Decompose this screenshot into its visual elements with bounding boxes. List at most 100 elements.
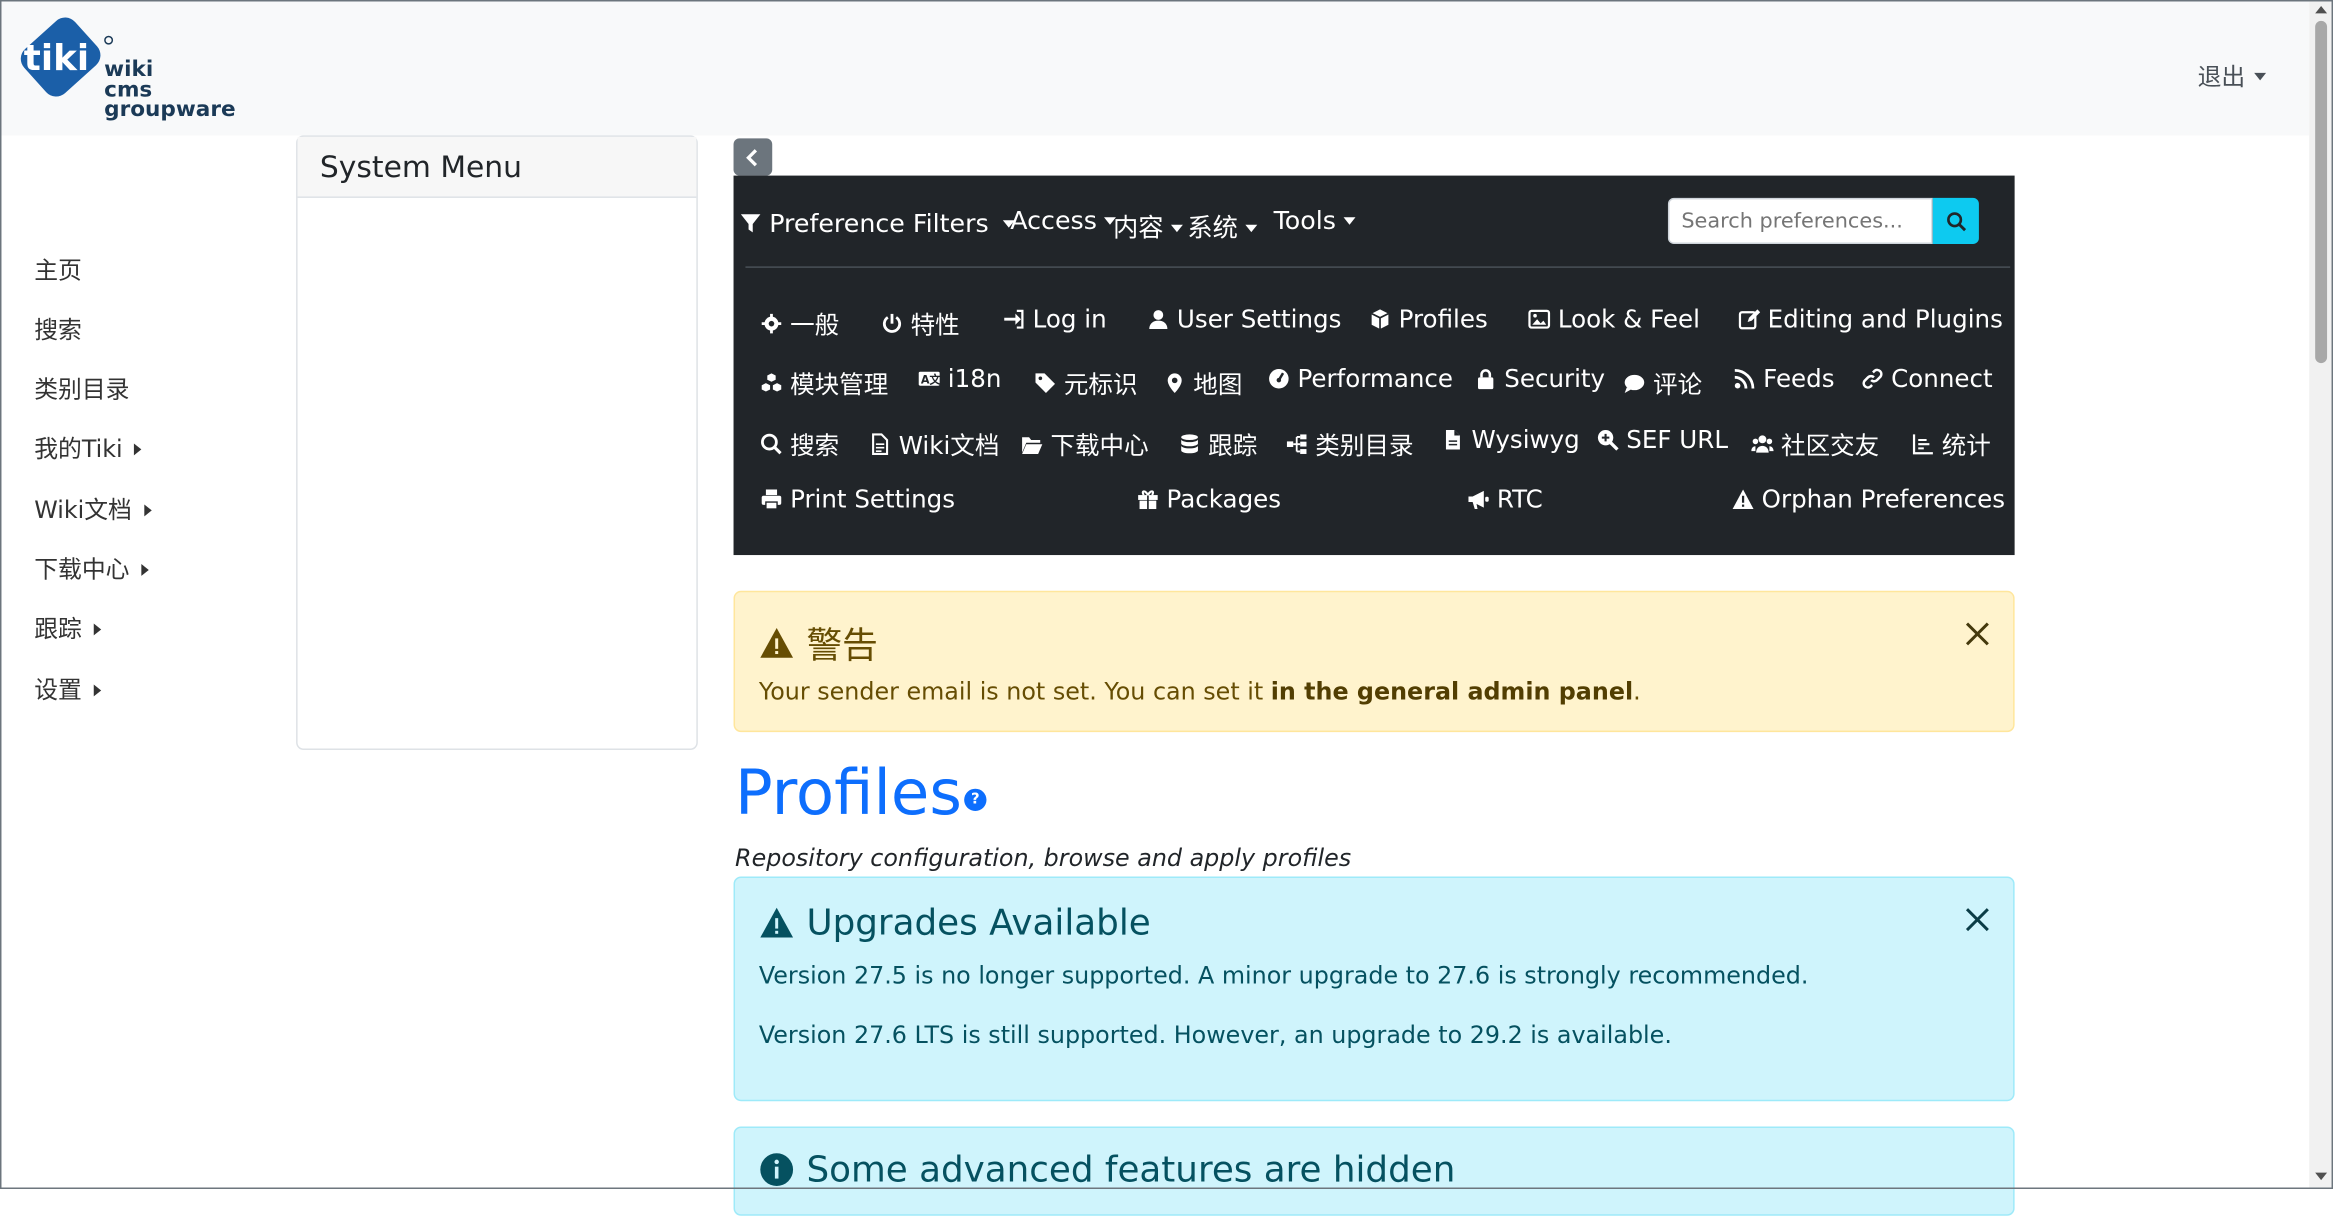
admin-nav-link[interactable]: Profiles [1367,305,1488,333]
language-icon: A文 [917,367,941,391]
sidebar-item[interactable]: 主页 [34,250,82,286]
menu-tools[interactable]: Tools [1274,207,1356,237]
sidebar-item[interactable]: 类别目录 [34,369,129,405]
admin-nav-link-label: Orphan Preferences [1761,485,2006,514]
admin-nav-link[interactable]: Connect [1860,365,1993,393]
scroll-up-arrow-icon[interactable] [2315,5,2328,14]
admin-nav-link-label: 元标识 [1063,370,1138,399]
sidebar-item-label: 类别目录 [34,375,130,404]
sign-in-icon [1001,307,1025,331]
admin-nav-link-label: 评论 [1653,370,1703,399]
admin-nav-link-label: Packages [1166,485,1282,514]
upgrade-line-2: Version 27.6 LTS is still supported. How… [758,1020,1672,1050]
caret-down-icon [1343,217,1356,225]
admin-nav-link[interactable]: Orphan Preferences [1730,485,2005,513]
admin-nav-link[interactable]: Look & Feel [1527,305,1700,333]
warning-icon [760,627,794,657]
page-scrollbar[interactable] [2309,0,2333,1189]
admin-nav-link[interactable]: 搜索 [759,426,839,462]
admin-nav-link[interactable]: 模块管理 [759,365,888,401]
file-icon [1440,428,1464,452]
logout-dropdown[interactable]: 退出 [2198,57,2267,93]
admin-nav-link[interactable]: SEF URL [1595,426,1728,454]
preference-filters-dropdown[interactable]: Preference Filters [739,210,1015,240]
admin-nav-link[interactable]: 统计 [1910,426,1991,462]
image-icon [1527,307,1551,331]
sidebar-item-label: 主页 [34,255,82,285]
sidebar-item[interactable]: 设置 [34,670,102,706]
admin-nav-link[interactable]: 类别目录 [1284,426,1414,462]
admin-nav-link[interactable]: Performance [1266,365,1453,393]
menu-content[interactable]: 内容 [1113,207,1183,244]
hidden-features-title: Some advanced features are hidden [759,1149,1455,1190]
cubes-icon [759,371,783,395]
help-icon[interactable]: ? [964,788,987,812]
admin-nav-link-label: i18n [947,364,1002,393]
power-icon [879,311,903,335]
admin-nav-link[interactable]: 元标识 [1033,365,1138,401]
admin-nav-link-label: 下载中心 [1050,431,1149,460]
close-warning-button[interactable] [1963,619,1993,649]
admin-nav-link[interactable]: Packages [1135,485,1281,513]
sidebar-item[interactable]: 跟踪 [34,609,102,645]
bullhorn-icon [1466,487,1490,511]
menu-system[interactable]: 系统 [1187,207,1258,245]
upgrades-title-text: Upgrades Available [806,901,1151,944]
admin-nav-link[interactable]: 评论 [1622,365,1702,401]
admin-nav-link[interactable]: RTC [1466,485,1543,513]
map-marker-icon [1162,371,1186,395]
link-icon [1860,367,1884,391]
comment-icon [1622,371,1646,395]
caret-right-icon [93,684,102,697]
sidebar-item[interactable]: Wiki文档 [34,490,152,526]
close-upgrades-button[interactable] [1963,905,1993,935]
admin-nav-link[interactable]: 社区交友 [1750,426,1879,462]
sitemap-icon [1284,432,1308,456]
system-menu: System Menu [296,135,698,751]
admin-nav-link[interactable]: 地图 [1162,365,1242,401]
admin-nav-link-label: Wysiwyg [1471,425,1580,454]
admin-nav-link[interactable]: Wiki文档 [867,426,999,462]
scroll-down-arrow-icon[interactable] [2315,1172,2328,1181]
sidebar-item-label: 下载中心 [34,555,130,584]
caret-down-icon [1170,224,1183,233]
admin-nav-link[interactable]: User Settings [1146,305,1341,333]
admin-nav-link[interactable]: Print Settings [759,485,955,513]
menu-access[interactable]: Access [1010,207,1117,237]
lock-icon [1473,367,1497,391]
general-admin-panel-link[interactable]: in the general admin panel [1271,677,1633,705]
sidebar-item[interactable]: 搜索 [34,310,82,346]
admin-nav-link[interactable]: 一般 [759,305,839,341]
admin-nav-link[interactable]: Security [1473,365,1605,393]
navbar-divider [745,266,2011,268]
users-icon [1750,432,1774,456]
admin-nav-link[interactable]: A文 i18n [917,364,1002,393]
logo-text: wiki cms groupware [104,60,235,121]
menu-tools-label: Tools [1273,206,1336,237]
admin-nav-link[interactable]: Wysiwyg [1440,425,1580,454]
warning-text-end: . [1633,677,1641,706]
caret-right-icon [134,443,143,456]
caret-down-icon [2254,72,2267,81]
admin-nav-link[interactable]: Log in [1001,305,1107,333]
tiki-logo[interactable]: tiki wiki cms groupware [15,13,238,132]
menu-system-label: 系统 [1187,214,1238,245]
admin-nav-link[interactable]: Feeds [1732,365,1835,393]
admin-nav-link[interactable]: 特性 [879,305,960,341]
sidebar-item[interactable]: 下载中心 [34,549,149,585]
scrollbar-thumb[interactable] [2315,20,2328,364]
admin-nav-link-label: Feeds [1763,364,1835,393]
search-preferences-button[interactable] [1932,197,1979,245]
admin-nav-link-label: Look & Feel [1557,305,1700,334]
file-text-icon [867,432,891,456]
admin-nav-link[interactable]: 下载中心 [1019,426,1149,462]
sidebar-item[interactable]: 我的Tiki [34,429,143,465]
search-preferences-input[interactable] [1667,197,1933,245]
admin-nav-link[interactable]: Editing and Plugins [1736,305,2003,333]
warning-alert-title: 警告 [759,616,878,668]
admin-nav-link-label: 跟踪 [1208,431,1258,460]
warning-alert-body: Your sender email is not set. You can se… [759,677,1641,705]
admin-nav-link-label: 搜索 [790,431,840,460]
toggle-sidebar-button[interactable] [733,138,773,176]
admin-nav-link[interactable]: 跟踪 [1177,426,1257,462]
